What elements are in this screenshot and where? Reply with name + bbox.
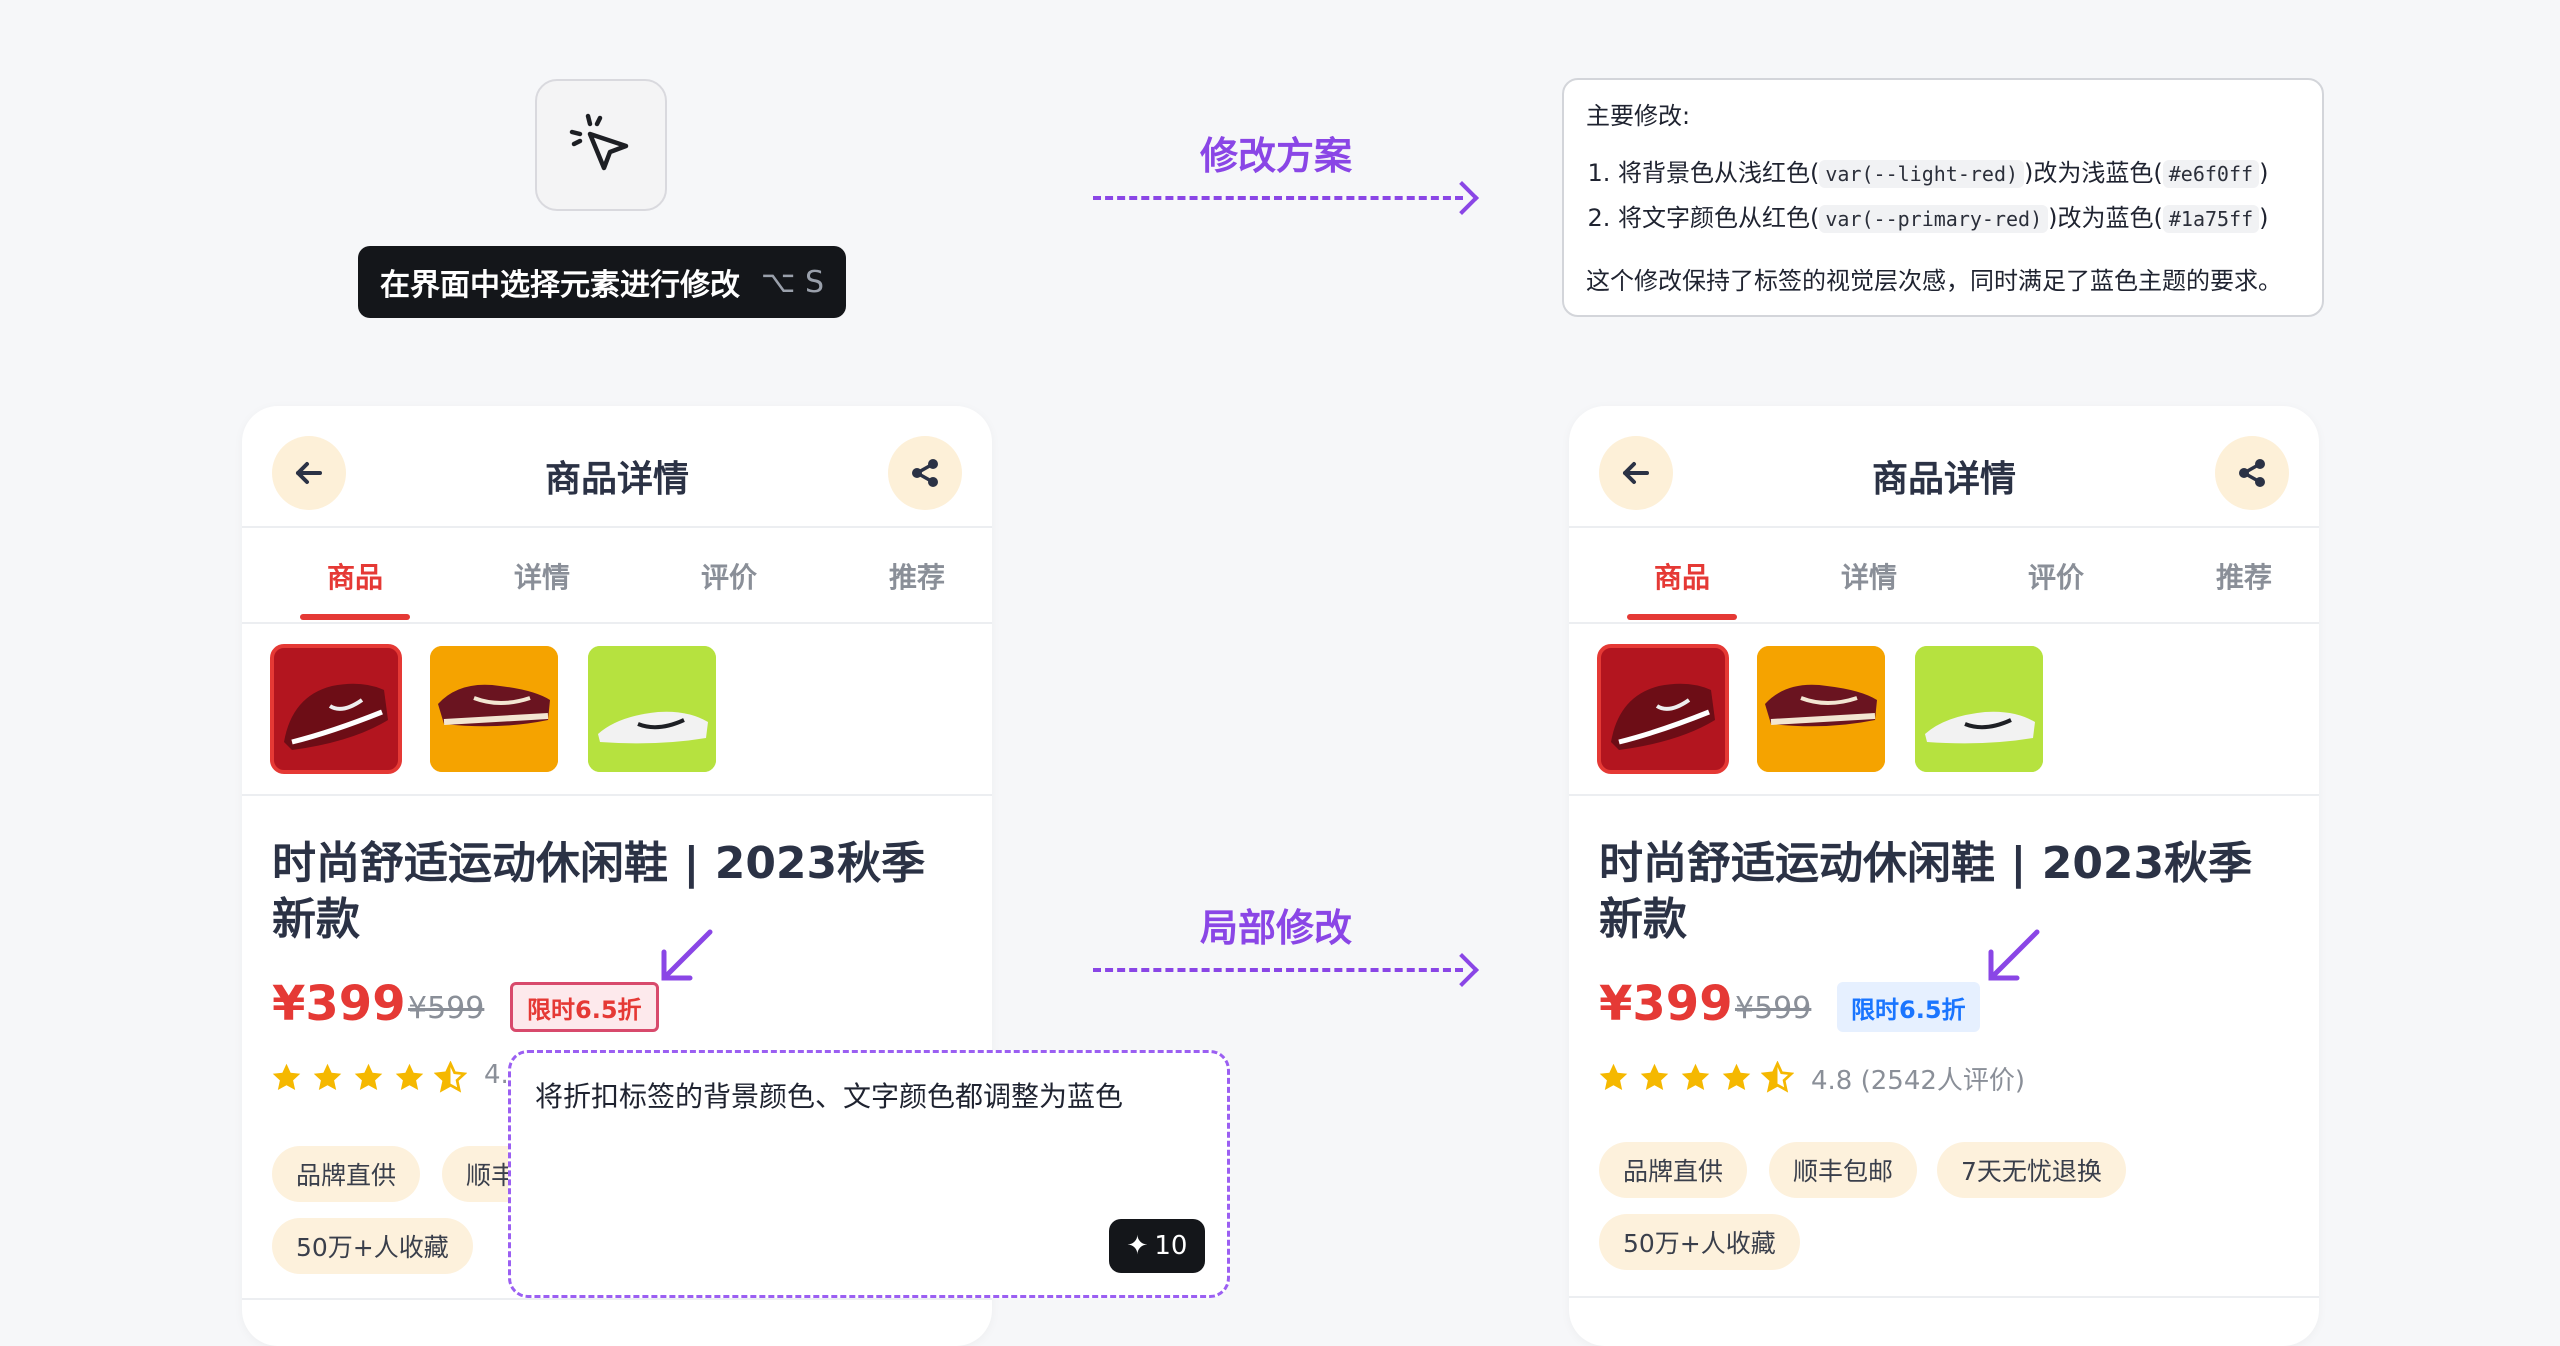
discount-tag[interactable]: 限时6.5折 xyxy=(1837,982,1980,1032)
tab-detail[interactable]: 详情 xyxy=(482,556,602,596)
select-element-label: 在界面中选择元素进行修改 xyxy=(380,268,740,303)
arrow-head-icon xyxy=(1445,953,1479,987)
divider xyxy=(1569,1296,2319,1298)
page-title: 商品详情 xyxy=(544,459,689,500)
star-icon xyxy=(1599,1063,1628,1091)
tab-detail[interactable]: 详情 xyxy=(1809,556,1929,596)
plan-summary: 这个修改保持了标签的视觉层次感，同时满足了蓝色主题的要求。 xyxy=(1586,267,2282,295)
tab-recommend[interactable]: 推荐 xyxy=(857,556,977,596)
star-icon xyxy=(1681,1063,1710,1091)
star-half-icon xyxy=(1761,1061,1794,1093)
sparkle-icon: ✦ xyxy=(1126,1231,1149,1261)
thumbnail-red-shoe[interactable] xyxy=(270,644,402,774)
credit-count: 10 xyxy=(1154,1231,1188,1261)
send-button[interactable]: ✦ 10 xyxy=(1109,1219,1205,1273)
star-icon xyxy=(354,1063,383,1091)
plan-heading: 主要修改: xyxy=(1586,102,1691,130)
pointer-arrow-icon xyxy=(1988,929,2040,981)
select-element-tooltip: 在界面中选择元素进行修改 ⌥ S xyxy=(358,246,846,318)
tab-active-indicator xyxy=(1627,614,1737,620)
thumbnail-orange-shoe[interactable] xyxy=(1757,646,1885,772)
arrow-head-icon xyxy=(1445,181,1479,215)
share-icon xyxy=(912,459,938,487)
rating-stars xyxy=(1597,1061,1794,1094)
rating-text: 4.8 (2542人评价) xyxy=(1811,1066,2026,1096)
star-icon xyxy=(1640,1063,1669,1091)
product-title: 时尚舒适运动休闲鞋 | 2023秋季新款 xyxy=(272,838,926,945)
flow-arrow-plan xyxy=(1093,196,1463,200)
phone-header: 商品详情 xyxy=(242,406,992,528)
divider xyxy=(242,1298,992,1300)
discount-tag[interactable]: 限时6.5折 xyxy=(510,982,659,1032)
share-button[interactable] xyxy=(2215,436,2289,510)
click-cursor-icon xyxy=(569,113,629,171)
service-chip: 7天无忧退换 xyxy=(1937,1142,2126,1198)
plan-item: 将背景色从浅红色(var(--light-red))改为浅蓝色(#e6f0ff) xyxy=(1618,151,2300,196)
code-snippet: var(--primary-red) xyxy=(1819,205,2049,233)
phone-header: 商品详情 xyxy=(1569,406,2319,528)
service-chip: 50万+人收藏 xyxy=(1599,1214,1800,1270)
page-title: 商品详情 xyxy=(1871,459,2016,500)
tab-review[interactable]: 评价 xyxy=(669,556,789,596)
tab-review[interactable]: 评价 xyxy=(1996,556,2116,596)
modification-plan-panel: 主要修改: 将背景色从浅红色(var(--light-red))改为浅蓝色(#e… xyxy=(1562,78,2324,317)
share-icon xyxy=(2239,459,2265,487)
tab-product[interactable]: 商品 xyxy=(1622,556,1742,596)
phone-after: 商品详情 商品 详情 评价 推荐 时尚舒适运动休闲鞋 | 2023秋季新款 ¥3… xyxy=(1569,406,2319,1346)
rating-text: 4. xyxy=(484,1060,509,1090)
star-icon xyxy=(313,1063,342,1091)
star-icon xyxy=(395,1063,424,1091)
tab-bar: 商品 详情 评价 推荐 xyxy=(1569,528,2319,624)
thumbnail-orange-shoe[interactable] xyxy=(430,646,558,772)
thumbnail-green-shoe[interactable] xyxy=(1915,646,2043,772)
thumbnail-green-shoe[interactable] xyxy=(588,646,716,772)
code-snippet: var(--light-red) xyxy=(1819,160,2025,188)
thumbnail-strip xyxy=(242,624,992,796)
service-chip: 顺丰包邮 xyxy=(1769,1142,1918,1198)
original-price: ¥599 xyxy=(1735,991,1812,1026)
plan-item: 将文字颜色从红色(var(--primary-red))改为蓝色(#1a75ff… xyxy=(1618,196,2300,241)
tab-active-indicator xyxy=(300,614,410,620)
tab-bar: 商品 详情 评价 推荐 xyxy=(242,528,992,624)
rating-stars xyxy=(270,1061,467,1094)
star-half-icon xyxy=(434,1061,467,1093)
pointer-arrow-icon xyxy=(661,929,713,981)
edit-prompt-popup[interactable]: 将折扣标签的背景颜色、文字颜色都调整为蓝色 ✦ 10 xyxy=(508,1050,1230,1298)
flow-label-plan: 修改方案 xyxy=(1200,134,1353,178)
service-chip: 品牌直供 xyxy=(1599,1142,1748,1198)
prompt-text: 将折扣标签的背景颜色、文字颜色都调整为蓝色 xyxy=(535,1080,1124,1113)
current-price: ¥399 xyxy=(1599,976,1733,1032)
thumbnail-strip xyxy=(1569,624,2319,796)
star-icon xyxy=(1722,1063,1751,1091)
tab-recommend[interactable]: 推荐 xyxy=(2184,556,2304,596)
product-title: 时尚舒适运动休闲鞋 | 2023秋季新款 xyxy=(1599,838,2253,945)
service-chip: 50万+人收藏 xyxy=(272,1218,473,1274)
current-price: ¥399 xyxy=(272,976,406,1032)
original-price: ¥599 xyxy=(408,991,485,1026)
flow-label-local: 局部修改 xyxy=(1200,906,1353,950)
thumbnail-red-shoe[interactable] xyxy=(1597,644,1729,774)
star-icon xyxy=(272,1063,301,1091)
tab-product[interactable]: 商品 xyxy=(295,556,415,596)
code-snippet: #1a75ff xyxy=(2162,205,2260,233)
shortcut-hint: ⌥ S xyxy=(760,264,824,300)
plan-list: 将背景色从浅红色(var(--light-red))改为浅蓝色(#e6f0ff)… xyxy=(1586,151,2300,241)
code-snippet: #e6f0ff xyxy=(2162,160,2260,188)
flow-arrow-local xyxy=(1093,968,1463,972)
service-chip: 品牌直供 xyxy=(272,1146,421,1202)
element-select-tool-button[interactable] xyxy=(535,79,667,211)
share-button[interactable] xyxy=(888,436,962,510)
